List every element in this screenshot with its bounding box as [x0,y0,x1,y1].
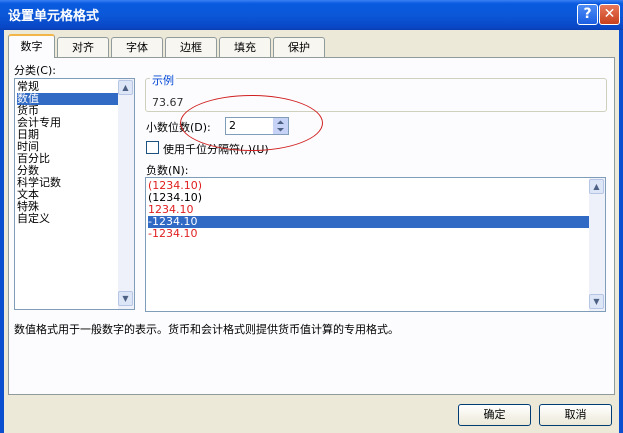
thousands-separator-checkbox[interactable] [146,141,159,154]
category-item-custom[interactable]: 自定义 [17,213,118,225]
negative-numbers-label: 负数(N): [146,164,189,177]
tab-alignment[interactable]: 对齐 [57,37,109,57]
help-button[interactable]: ? [577,4,598,25]
scroll-up-arrow-icon[interactable]: ▲ [589,179,604,194]
cancel-button[interactable]: 取消 [539,404,612,426]
tab-fill[interactable]: 填充 [219,37,271,57]
tab-font[interactable]: 字体 [111,37,163,57]
window-title: 设置单元格格式 [8,9,100,24]
category-label: 分类(C): [14,64,56,77]
scroll-down-arrow-icon[interactable]: ▼ [589,294,604,309]
negative-format-item[interactable]: (1234.10) [148,192,589,204]
sample-label: 示例 [150,72,176,88]
window-frame-left [0,30,4,433]
window-frame-right [619,30,623,433]
ok-button[interactable]: 确定 [458,404,531,426]
tab-border[interactable]: 边框 [165,37,217,57]
negative-format-item-selected[interactable]: -1234.10 [148,216,589,228]
tab-protection[interactable]: 保护 [273,37,325,57]
annotation-ellipse [180,95,323,151]
sample-value: 73.67 [152,96,184,109]
scroll-down-arrow-icon[interactable]: ▼ [118,291,133,306]
tab-number[interactable]: 数字 [8,34,55,58]
negative-list-scrollbar[interactable]: ▲ ▼ [589,178,605,311]
negative-format-item[interactable]: -1234.10 [148,228,589,240]
scroll-up-arrow-icon[interactable]: ▲ [118,80,133,95]
close-button[interactable]: ✕ [599,4,620,25]
format-description: 数值格式用于一般数字的表示。货币和会计格式则提供货币值计算的专用格式。 [14,323,399,336]
negative-format-item[interactable]: (1234.10) [148,180,589,192]
category-list[interactable]: 常规 数值 货币 会计专用 日期 时间 百分比 分数 科学记数 文本 特殊 自定… [14,78,135,310]
negative-format-item[interactable]: 1234.10 [148,204,589,216]
negative-numbers-list[interactable]: (1234.10) (1234.10) 1234.10 -1234.10 -12… [145,177,606,312]
category-scrollbar[interactable]: ▲ ▼ [118,79,134,309]
